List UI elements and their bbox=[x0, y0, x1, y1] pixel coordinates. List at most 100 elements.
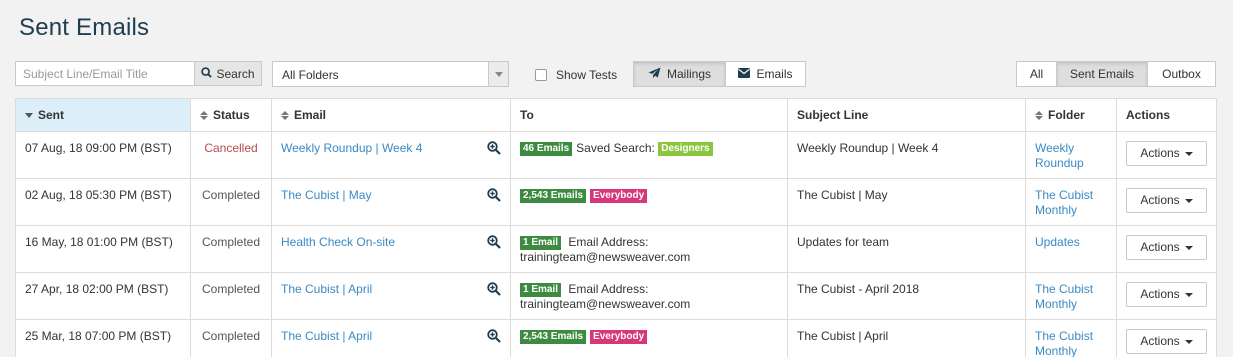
status-text: Completed bbox=[190, 178, 272, 226]
zoom-in-icon[interactable] bbox=[487, 141, 501, 159]
column-header-to: To bbox=[510, 98, 788, 132]
sent-date: 25 Mar, 18 07:00 PM (BST) bbox=[15, 319, 191, 357]
sent-date: 02 Aug, 18 05:30 PM (BST) bbox=[15, 178, 191, 226]
show-tests-checkbox[interactable] bbox=[535, 69, 547, 81]
email-cell: The Cubist | April bbox=[271, 319, 511, 357]
table-row: 02 Aug, 18 05:30 PM (BST) Completed The … bbox=[15, 178, 1217, 226]
folder-link[interactable]: The Cubist Monthly bbox=[1035, 282, 1093, 311]
to-cell: 2,543 Emails Everybody bbox=[510, 319, 788, 357]
paper-plane-icon bbox=[648, 66, 661, 82]
actions-button-label: Actions bbox=[1140, 287, 1180, 301]
recipient-tag: Everybody bbox=[590, 330, 648, 344]
envelope-icon bbox=[738, 67, 751, 81]
column-header-status[interactable]: Status bbox=[190, 98, 272, 132]
mailings-label: Mailings bbox=[666, 67, 711, 81]
table-row: 07 Aug, 18 09:00 PM (BST) Cancelled Week… bbox=[15, 131, 1217, 179]
email-link[interactable]: The Cubist | April bbox=[281, 282, 372, 296]
status-text: Completed bbox=[190, 272, 272, 320]
chevron-down-icon[interactable] bbox=[488, 62, 508, 86]
show-tests-label: Show Tests bbox=[556, 68, 618, 82]
status-text: Completed bbox=[190, 225, 272, 273]
recipient-email: trainingteam@newsweaver.com bbox=[520, 297, 691, 311]
folder-cell: The Cubist Monthly bbox=[1025, 319, 1117, 357]
column-header-email[interactable]: Email bbox=[271, 98, 511, 132]
actions-button-label: Actions bbox=[1140, 334, 1180, 348]
sent-emails-table: Sent Status Email To Subject Line Folder… bbox=[15, 98, 1217, 357]
email-link[interactable]: The Cubist | May bbox=[281, 188, 371, 202]
folder-link[interactable]: The Cubist Monthly bbox=[1035, 329, 1093, 357]
actions-button[interactable]: Actions bbox=[1126, 282, 1207, 307]
caret-down-icon bbox=[1184, 339, 1193, 344]
search-input[interactable] bbox=[15, 61, 195, 86]
show-tests-toggle[interactable]: Show Tests bbox=[535, 68, 617, 82]
recipient-count-badge: 2,543 Emails bbox=[520, 330, 587, 344]
sent-date: 16 May, 18 01:00 PM (BST) bbox=[15, 225, 191, 273]
email-cell: Health Check On-site bbox=[271, 225, 511, 273]
actions-cell: Actions bbox=[1116, 131, 1217, 179]
page-title: Sent Emails bbox=[19, 14, 150, 41]
column-header-subject: Subject Line bbox=[787, 98, 1026, 132]
subject-line: Updates for team bbox=[787, 225, 1026, 273]
sent-date: 07 Aug, 18 09:00 PM (BST) bbox=[15, 131, 191, 179]
caret-down-icon bbox=[1184, 245, 1193, 250]
column-header-status-label: Status bbox=[213, 108, 250, 122]
actions-cell: Actions bbox=[1116, 319, 1217, 357]
column-header-folder[interactable]: Folder bbox=[1025, 98, 1117, 132]
folder-link[interactable]: Updates bbox=[1035, 235, 1080, 249]
recipient-type: Email Address: bbox=[568, 235, 649, 249]
caret-down-icon bbox=[1184, 151, 1193, 156]
folder-cell: The Cubist Monthly bbox=[1025, 272, 1117, 320]
column-header-folder-label: Folder bbox=[1048, 108, 1085, 122]
zoom-in-icon[interactable] bbox=[487, 188, 501, 206]
actions-button[interactable]: Actions bbox=[1126, 235, 1207, 260]
status-text: Cancelled bbox=[190, 131, 272, 179]
recipient-tag: Everybody bbox=[590, 189, 648, 203]
sort-icon bbox=[281, 110, 289, 120]
column-header-sent[interactable]: Sent bbox=[15, 98, 191, 132]
search-button-label: Search bbox=[216, 66, 255, 81]
actions-button[interactable]: Actions bbox=[1126, 188, 1207, 213]
email-cell: The Cubist | April bbox=[271, 272, 511, 320]
sort-desc-icon bbox=[25, 112, 33, 118]
actions-button[interactable]: Actions bbox=[1126, 141, 1207, 166]
actions-cell: Actions bbox=[1116, 272, 1217, 320]
recipient-count-badge: 1 Email bbox=[520, 236, 562, 250]
status-text: Completed bbox=[190, 319, 272, 357]
actions-button[interactable]: Actions bbox=[1126, 329, 1207, 354]
folder-cell: Weekly Roundup bbox=[1025, 131, 1117, 179]
view-all-button[interactable]: All bbox=[1016, 61, 1057, 87]
actions-button-label: Actions bbox=[1140, 240, 1180, 254]
to-cell: 2,543 Emails Everybody bbox=[510, 178, 788, 226]
recipient-count-badge: 1 Email bbox=[520, 283, 562, 297]
email-cell: Weekly Roundup | Week 4 bbox=[271, 131, 511, 179]
folder-link[interactable]: The Cubist Monthly bbox=[1035, 188, 1093, 217]
folder-select-value: All Folders bbox=[282, 68, 339, 82]
view-outbox-button[interactable]: Outbox bbox=[1147, 61, 1216, 87]
actions-button-label: Actions bbox=[1140, 193, 1180, 207]
table-row: 16 May, 18 01:00 PM (BST) Completed Heal… bbox=[15, 225, 1217, 273]
email-link[interactable]: Health Check On-site bbox=[281, 235, 395, 249]
view-sent-emails-button[interactable]: Sent Emails bbox=[1056, 61, 1148, 87]
recipient-count-badge: 46 Emails bbox=[520, 142, 573, 156]
column-header-sent-label: Sent bbox=[38, 108, 65, 122]
actions-cell: Actions bbox=[1116, 225, 1217, 273]
actions-button-label: Actions bbox=[1140, 146, 1180, 160]
recipient-count-badge: 2,543 Emails bbox=[520, 189, 587, 203]
table-header-row: Sent Status Email To Subject Line Folder… bbox=[15, 98, 1217, 132]
column-header-email-label: Email bbox=[294, 108, 327, 122]
email-link[interactable]: Weekly Roundup | Week 4 bbox=[281, 141, 422, 155]
sort-icon bbox=[200, 110, 208, 120]
table-row: 25 Mar, 18 07:00 PM (BST) Completed The … bbox=[15, 319, 1217, 357]
mailings-toggle-button[interactable]: Mailings bbox=[633, 61, 726, 87]
email-link[interactable]: The Cubist | April bbox=[281, 329, 372, 343]
emails-toggle-button[interactable]: Emails bbox=[725, 61, 806, 87]
search-icon bbox=[201, 66, 213, 81]
folder-link[interactable]: Weekly Roundup bbox=[1035, 141, 1084, 170]
caret-down-icon bbox=[1184, 198, 1193, 203]
to-cell: 1 Email Email Address: trainingteam@newsw… bbox=[510, 225, 788, 273]
folder-select[interactable]: All Folders bbox=[272, 61, 509, 87]
zoom-in-icon[interactable] bbox=[487, 329, 501, 347]
zoom-in-icon[interactable] bbox=[487, 282, 501, 300]
search-button[interactable]: Search bbox=[194, 61, 262, 86]
zoom-in-icon[interactable] bbox=[487, 235, 501, 253]
